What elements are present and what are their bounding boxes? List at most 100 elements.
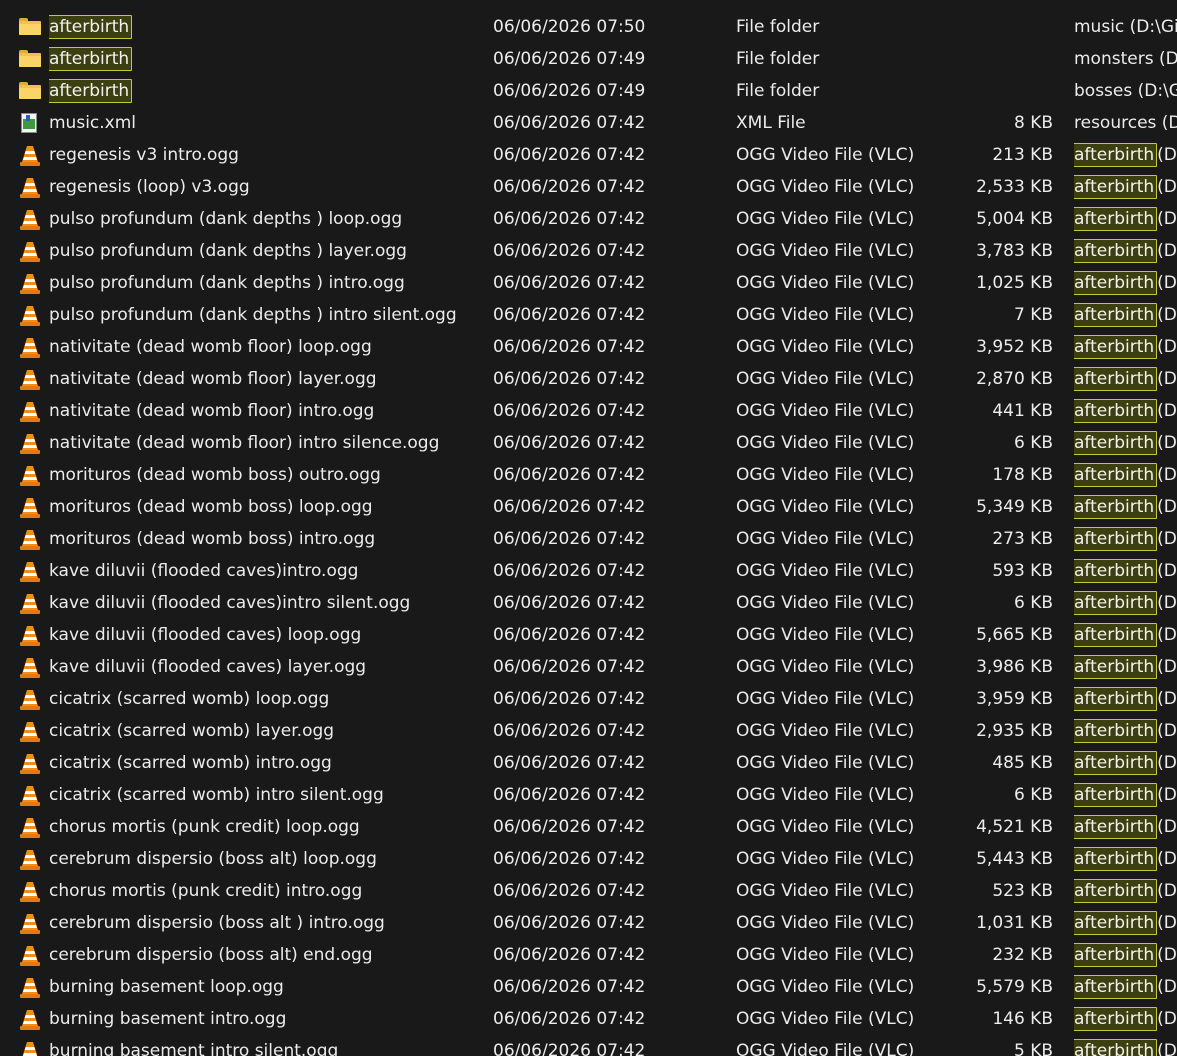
file-row[interactable]: cerebrum dispersio (boss alt ) intro.ogg… [0, 907, 1177, 939]
file-row[interactable]: afterbirth 06/06/2026 07:49 File folder mon… [0, 43, 1177, 75]
file-date-modified: 06/06/2026 07:42 [493, 465, 646, 485]
search-match-highlight: afterbirth [1074, 239, 1158, 263]
file-name[interactable]: kave diluvii (flooded caves)intro silent… [49, 587, 489, 619]
file-row[interactable]: burning basement intro.ogg 06/06/2026 07:… [0, 1003, 1177, 1035]
file-name[interactable]: regenesis (loop) v3.ogg [49, 171, 489, 203]
vlc-cone-icon [18, 593, 42, 614]
file-name[interactable]: cicatrix (scarred womb) intro.ogg [49, 747, 489, 779]
file-name[interactable]: nativitate (dead womb floor) loop.ogg [49, 331, 489, 363]
file-type: File folder [736, 17, 820, 37]
file-row[interactable]: pulso profundum (dank depths ) layer.ogg… [0, 235, 1177, 267]
file-location: afterbirth(D:\ [1074, 427, 1177, 459]
file-size: 5 KB [1013, 1041, 1053, 1056]
file-row[interactable]: kave diluvii (flooded caves) layer.ogg 06… [0, 651, 1177, 683]
file-name[interactable]: cerebrum dispersio (boss alt ) intro.ogg [49, 907, 489, 939]
file-name[interactable]: kave diluvii (flooded caves)intro.ogg [49, 555, 489, 587]
file-row[interactable]: cicatrix (scarred womb) layer.ogg 06/06/2… [0, 715, 1177, 747]
file-row[interactable]: cerebrum dispersio (boss alt) loop.ogg 06… [0, 843, 1177, 875]
file-row[interactable]: pulso profundum (dank depths ) intro.ogg… [0, 267, 1177, 299]
file-name[interactable]: morituros (dead womb boss) loop.ogg [49, 491, 489, 523]
file-row[interactable]: nativitate (dead womb floor) intro.ogg 06… [0, 395, 1177, 427]
file-row[interactable]: nativitate (dead womb floor) intro silen… [0, 427, 1177, 459]
file-row[interactable]: nativitate (dead womb floor) loop.ogg 06/… [0, 331, 1177, 363]
file-row[interactable]: afterbirth 06/06/2026 07:49 File folder bos… [0, 75, 1177, 107]
file-name[interactable]: regenesis v3 intro.ogg [49, 139, 489, 171]
file-name[interactable]: burning basement intro silent.ogg [49, 1035, 489, 1056]
file-name[interactable]: pulso profundum (dank depths ) loop.ogg [49, 203, 489, 235]
file-name-text: burning basement intro.ogg [49, 1009, 287, 1029]
file-name[interactable]: chorus mortis (punk credit) loop.ogg [49, 811, 489, 843]
file-name[interactable]: afterbirth [49, 75, 489, 107]
file-location: afterbirth(D:\ [1074, 235, 1177, 267]
file-row[interactable]: cicatrix (scarred womb) intro silent.ogg… [0, 779, 1177, 811]
search-match-highlight: afterbirth [1074, 975, 1158, 999]
file-row[interactable]: burning basement loop.ogg 06/06/2026 07:4… [0, 971, 1177, 1003]
file-name[interactable]: pulso profundum (dank depths ) layer.ogg [49, 235, 489, 267]
vlc-cone-icon [18, 945, 42, 966]
file-name[interactable]: kave diluvii (flooded caves) layer.ogg [49, 651, 489, 683]
file-row[interactable]: chorus mortis (punk credit) intro.ogg 06/… [0, 875, 1177, 907]
file-row[interactable]: kave diluvii (flooded caves)intro silent… [0, 587, 1177, 619]
file-row[interactable]: pulso profundum (dank depths ) intro sil… [0, 299, 1177, 331]
file-row[interactable]: regenesis v3 intro.ogg 06/06/2026 07:42 OG… [0, 139, 1177, 171]
file-name[interactable]: burning basement intro.ogg [49, 1003, 489, 1035]
file-icon-cell [18, 139, 44, 171]
file-row[interactable]: cicatrix (scarred womb) intro.ogg 06/06/2… [0, 747, 1177, 779]
file-type: OGG Video File (VLC) [736, 881, 915, 901]
file-name[interactable]: kave diluvii (flooded caves) loop.ogg [49, 619, 489, 651]
file-row[interactable]: nativitate (dead womb floor) layer.ogg 06… [0, 363, 1177, 395]
file-name[interactable]: cicatrix (scarred womb) loop.ogg [49, 683, 489, 715]
file-name[interactable]: burning basement loop.ogg [49, 971, 489, 1003]
file-name-text: kave diluvii (flooded caves)intro.ogg [49, 561, 359, 581]
file-name[interactable]: nativitate (dead womb floor) intro.ogg [49, 395, 489, 427]
file-row[interactable]: cerebrum dispersio (boss alt) end.ogg 06/… [0, 939, 1177, 971]
file-name-text: nativitate (dead womb floor) layer.ogg [49, 369, 377, 389]
file-name[interactable]: morituros (dead womb boss) outro.ogg [49, 459, 489, 491]
file-row[interactable]: music.xml 06/06/2026 07:42 XML File 8 KB res… [0, 107, 1177, 139]
file-location: bosses (D:\Gi [1074, 75, 1177, 107]
location-path-text: bosses (D:\Gi [1074, 81, 1177, 101]
file-row[interactable]: kave diluvii (flooded caves)intro.ogg 06/… [0, 555, 1177, 587]
file-size: 3,959 KB [976, 689, 1053, 709]
vlc-cone-icon [18, 881, 42, 902]
file-row[interactable]: pulso profundum (dank depths ) loop.ogg 0… [0, 203, 1177, 235]
file-type: OGG Video File (VLC) [736, 561, 915, 581]
file-name-text: cicatrix (scarred womb) intro.ogg [49, 753, 332, 773]
file-name-text: cerebrum dispersio (boss alt) loop.ogg [49, 849, 377, 869]
vlc-cone-icon [18, 209, 42, 230]
file-row[interactable]: morituros (dead womb boss) intro.ogg 06/0… [0, 523, 1177, 555]
file-name[interactable]: music.xml [49, 107, 489, 139]
vlc-cone-icon [18, 433, 42, 454]
file-row[interactable]: burning basement intro silent.ogg 06/06/2… [0, 1035, 1177, 1056]
file-name[interactable]: pulso profundum (dank depths ) intro sil… [49, 299, 489, 331]
file-name[interactable]: nativitate (dead womb floor) intro silen… [49, 427, 489, 459]
search-match-highlight: afterbirth [1074, 463, 1158, 487]
location-path-text: (D:\ [1157, 273, 1177, 293]
file-name-text: pulso profundum (dank depths ) loop.ogg [49, 209, 403, 229]
file-row[interactable]: cicatrix (scarred womb) loop.ogg 06/06/20… [0, 683, 1177, 715]
location-path-text: resources (D: [1074, 113, 1177, 133]
vlc-cone-icon [18, 465, 42, 486]
file-row[interactable]: kave diluvii (flooded caves) loop.ogg 06/… [0, 619, 1177, 651]
folder-icon [18, 49, 42, 69]
file-row[interactable]: afterbirth 06/06/2026 07:50 File folder mus… [0, 11, 1177, 43]
file-row[interactable]: regenesis (loop) v3.ogg 06/06/2026 07:42 O… [0, 171, 1177, 203]
file-icon-cell [18, 715, 44, 747]
file-name[interactable]: cicatrix (scarred womb) layer.ogg [49, 715, 489, 747]
file-location: afterbirth(D:\ [1074, 747, 1177, 779]
file-name[interactable]: afterbirth [49, 43, 489, 75]
file-name[interactable]: pulso profundum (dank depths ) intro.ogg [49, 267, 489, 299]
file-name[interactable]: cicatrix (scarred womb) intro silent.ogg [49, 779, 489, 811]
file-row[interactable]: morituros (dead womb boss) outro.ogg 06/0… [0, 459, 1177, 491]
file-name[interactable]: cerebrum dispersio (boss alt) loop.ogg [49, 843, 489, 875]
file-size: 2,870 KB [976, 369, 1053, 389]
file-name[interactable]: afterbirth [49, 11, 489, 43]
file-row[interactable]: chorus mortis (punk credit) loop.ogg 06/0… [0, 811, 1177, 843]
file-name[interactable]: nativitate (dead womb floor) layer.ogg [49, 363, 489, 395]
location-path-text: (D:\ [1157, 529, 1177, 549]
file-name[interactable]: cerebrum dispersio (boss alt) end.ogg [49, 939, 489, 971]
file-row[interactable]: morituros (dead womb boss) loop.ogg 06/06… [0, 491, 1177, 523]
file-name[interactable]: chorus mortis (punk credit) intro.ogg [49, 875, 489, 907]
file-location: afterbirth(D:\ [1074, 523, 1177, 555]
file-name[interactable]: morituros (dead womb boss) intro.ogg [49, 523, 489, 555]
